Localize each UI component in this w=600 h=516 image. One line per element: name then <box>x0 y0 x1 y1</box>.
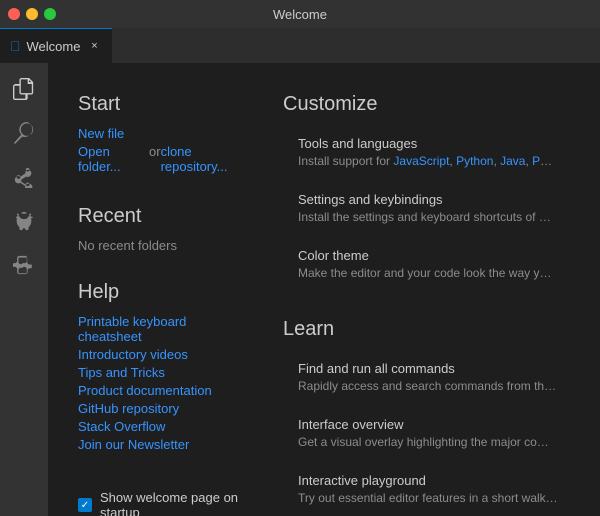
find-commands-desc: Rapidly access and search commands from … <box>298 379 558 393</box>
minimize-button[interactable] <box>26 8 38 20</box>
interface-overview-desc: Get a visual overlay highlighting the ma… <box>298 435 558 449</box>
traffic-lights <box>8 8 56 20</box>
interactive-playground-desc: Try out essential editor features in a s… <box>298 491 558 505</box>
github-repo-link[interactable]: GitHub repository <box>78 401 253 416</box>
settings-highlight: Vim <box>539 210 558 224</box>
left-column: Start New file Open folder... or clone r… <box>78 93 273 516</box>
color-theme-desc: Make the editor and your code look the w… <box>298 266 558 280</box>
settings-keybindings-title: Settings and keybindings <box>298 192 558 207</box>
activity-extensions[interactable] <box>6 247 42 283</box>
checkmark-icon: ✓ <box>81 500 89 511</box>
clone-repo-link[interactable]: clone repository... <box>161 144 253 174</box>
learn-section: Learn Find and run all commands Rapidly … <box>283 318 570 515</box>
find-commands-item[interactable]: Find and run all commands Rapidly access… <box>283 351 570 403</box>
introductory-videos-link[interactable]: Introductory videos <box>78 347 253 362</box>
help-section: Help Printable keyboard cheatsheet Intro… <box>78 281 253 452</box>
tools-languages-title: Tools and languages <box>298 136 558 151</box>
product-docs-link[interactable]: Product documentation <box>78 383 253 398</box>
maximize-button[interactable] <box>44 8 56 20</box>
keyboard-cheatsheet-link[interactable]: Printable keyboard cheatsheet <box>78 314 253 344</box>
activity-source-control[interactable] <box>6 159 42 195</box>
start-title: Start <box>78 93 253 116</box>
explorer-icon <box>13 78 35 100</box>
welcome-content: Start New file Open folder... or clone r… <box>48 63 600 516</box>
color-theme-title: Color theme <box>298 248 558 263</box>
tools-languages-desc: Install support for JavaScript, Python, … <box>298 154 558 168</box>
open-folder-link[interactable]: Open folder... <box>78 144 149 174</box>
welcome-tab[interactable]:  Welcome × <box>0 28 112 63</box>
extensions-icon <box>13 254 35 276</box>
tools-languages-item[interactable]: Tools and languages Install support for … <box>283 126 570 178</box>
open-folder-row: Open folder... or clone repository... <box>78 144 253 177</box>
newsletter-link[interactable]: Join our Newsletter <box>78 437 253 452</box>
learn-title: Learn <box>283 318 570 341</box>
debug-icon <box>13 210 35 232</box>
no-recent-folders: No recent folders <box>78 238 253 253</box>
search-icon <box>13 122 35 144</box>
color-theme-item[interactable]: Color theme Make the editor and your cod… <box>283 238 570 290</box>
show-welcome-checkbox[interactable]: ✓ <box>78 498 92 512</box>
tools-highlight: JavaScript <box>393 154 449 168</box>
tab-close-button[interactable]: × <box>86 38 102 54</box>
recent-section: Recent No recent folders <box>78 205 253 253</box>
start-section: Start New file Open folder... or clone r… <box>78 93 253 177</box>
tab-bar:  Welcome × <box>0 28 600 63</box>
vscode-icon:  <box>10 38 21 54</box>
settings-keybindings-item[interactable]: Settings and keybindings Install the set… <box>283 182 570 234</box>
interface-overview-item[interactable]: Interface overview Get a visual overlay … <box>283 407 570 459</box>
tools-highlight4: PHP <box>532 154 555 168</box>
show-welcome-label: Show welcome page on startup <box>100 490 253 516</box>
or-text: or <box>149 144 161 177</box>
tips-tricks-link[interactable]: Tips and Tricks <box>78 365 253 380</box>
interactive-playground-title: Interactive playground <box>298 473 558 488</box>
help-title: Help <box>78 281 253 304</box>
recent-title: Recent <box>78 205 253 228</box>
activity-search[interactable] <box>6 115 42 151</box>
find-commands-title: Find and run all commands <box>298 361 558 376</box>
stackoverflow-link[interactable]: Stack Overflow <box>78 419 253 434</box>
activity-explorer[interactable] <box>6 71 42 107</box>
main-layout: Start New file Open folder... or clone r… <box>0 63 600 516</box>
interface-overview-title: Interface overview <box>298 417 558 432</box>
settings-keybindings-desc: Install the settings and keyboard shortc… <box>298 210 558 224</box>
customize-title: Customize <box>283 93 570 116</box>
activity-bar <box>0 63 48 516</box>
interactive-playground-item[interactable]: Interactive playground Try out essential… <box>283 463 570 515</box>
window-title: Welcome <box>273 7 327 22</box>
show-welcome-row: ✓ Show welcome page on startup <box>78 480 253 516</box>
title-bar: Welcome <box>0 0 600 28</box>
source-control-icon <box>13 166 35 188</box>
tools-highlight3: Java <box>500 154 525 168</box>
tab-label: Welcome <box>27 39 81 54</box>
customize-section: Customize Tools and languages Install su… <box>283 93 570 290</box>
activity-debug[interactable] <box>6 203 42 239</box>
new-file-link[interactable]: New file <box>78 126 253 141</box>
close-button[interactable] <box>8 8 20 20</box>
right-column: Customize Tools and languages Install su… <box>273 93 570 516</box>
tools-highlight2: Python <box>456 154 493 168</box>
